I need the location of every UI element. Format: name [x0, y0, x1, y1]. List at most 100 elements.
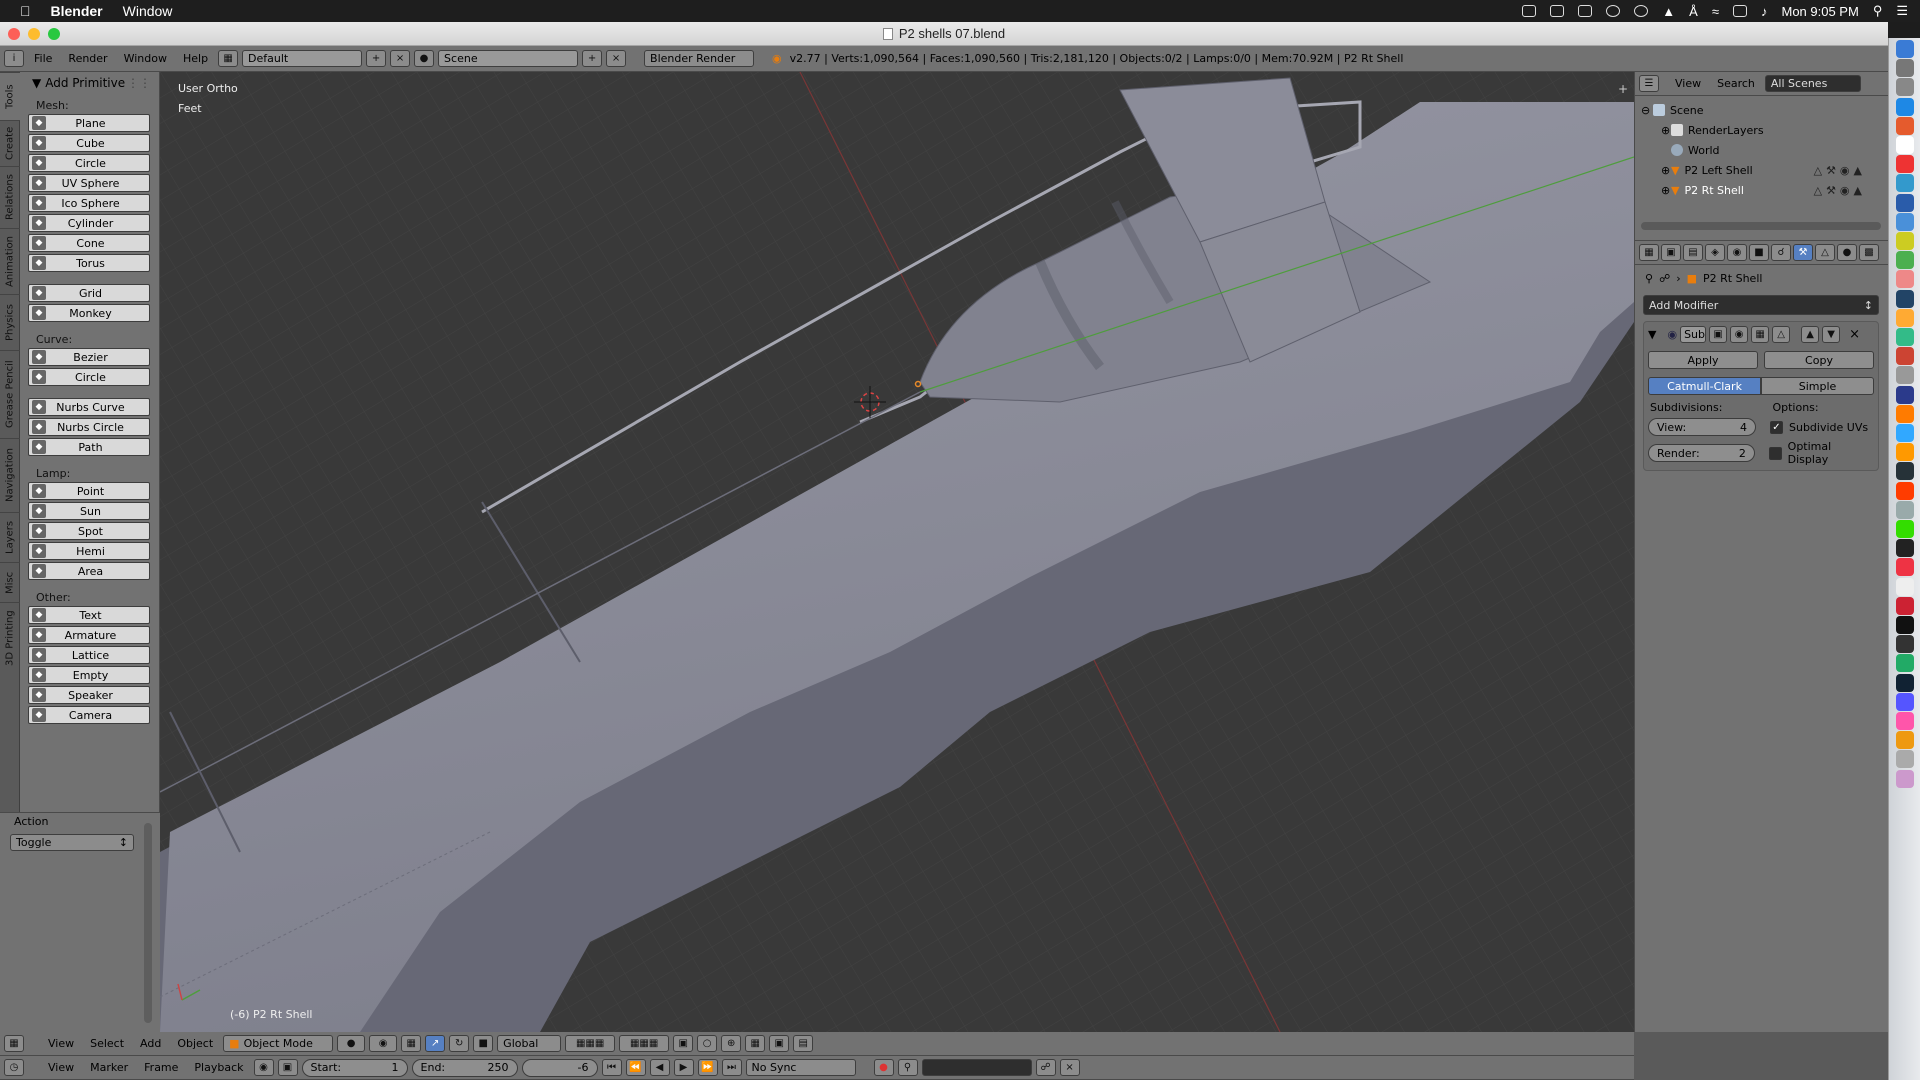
outliner-item-p2-left-shell[interactable]: ⊕ ▼ P2 Left Shell △⚒◉▲: [1641, 160, 1884, 180]
dock-app-icon[interactable]: [1896, 136, 1914, 154]
apple-icon[interactable]: : [20, 3, 31, 19]
add-curve-circle-button[interactable]: ◆ Circle: [28, 368, 150, 386]
tab-grease-pencil[interactable]: Grease Pencil: [0, 350, 20, 438]
material-tab-icon[interactable]: ●: [1837, 244, 1857, 261]
add-ico-sphere-button[interactable]: ◆ Ico Sphere: [28, 194, 150, 212]
dock-app-icon[interactable]: [1896, 750, 1914, 769]
dock-app-icon[interactable]: [1896, 232, 1914, 250]
viewport-canvas[interactable]: [160, 72, 1634, 1032]
dock-app-icon[interactable]: [1896, 212, 1914, 231]
snap-element-icon[interactable]: ▦: [745, 1035, 766, 1052]
dock-app-icon[interactable]: [1896, 97, 1914, 116]
move-down-icon[interactable]: ▼: [1822, 326, 1841, 343]
render-toggle-icon[interactable]: ▣: [1709, 326, 1728, 343]
layout-add-icon[interactable]: +: [366, 50, 387, 67]
copy-button[interactable]: Copy: [1764, 351, 1874, 369]
texture-tab-icon[interactable]: ▩: [1859, 244, 1879, 261]
mode-select[interactable]: ■ Object Mode: [223, 1035, 334, 1052]
add-cube-button[interactable]: ◆ Cube: [28, 134, 150, 152]
dock-app-icon[interactable]: [1896, 174, 1914, 193]
panel-collapse-icon[interactable]: ▼: [32, 76, 41, 90]
add-area-lamp-button[interactable]: ◆ Area: [28, 562, 150, 580]
cage-toggle-icon[interactable]: △: [1772, 326, 1791, 343]
delete-keyframe-icon[interactable]: ×: [1059, 1059, 1080, 1076]
render-layers-tab-icon[interactable]: ▤: [1683, 244, 1703, 261]
dock-app-icon[interactable]: [1896, 558, 1914, 577]
shading-select-icon[interactable]: ●: [337, 1035, 366, 1052]
outliner-item-world[interactable]: World: [1641, 140, 1884, 160]
tab-tools[interactable]: Tools: [0, 72, 20, 120]
visibility-icons[interactable]: △⚒◉▲: [1814, 184, 1866, 197]
tl-menu-view[interactable]: View: [42, 1061, 80, 1074]
dock-app-icon[interactable]: [1896, 155, 1914, 174]
add-cone-button[interactable]: ◆ Cone: [28, 234, 150, 252]
add-spot-lamp-button[interactable]: ◆ Spot: [28, 522, 150, 540]
outliner-editor-icon[interactable]: ☰: [1639, 75, 1659, 92]
pin-icon[interactable]: ⚲: [1645, 272, 1653, 285]
insert-keyframe-icon[interactable]: ☍: [1035, 1059, 1056, 1076]
tab-create[interactable]: Create: [0, 120, 20, 166]
add-empty-button[interactable]: ◆ Empty: [28, 666, 150, 684]
jump-keyframe-forward-icon[interactable]: ⏩: [697, 1059, 718, 1076]
dock-app-icon[interactable]: [1896, 462, 1914, 481]
dock-app-icon[interactable]: [1896, 616, 1914, 634]
proportional-edit-icon[interactable]: ○: [697, 1035, 718, 1052]
dock-app-icon[interactable]: [1896, 577, 1914, 596]
tab-navigation[interactable]: Navigation: [0, 438, 20, 512]
tl-menu-marker[interactable]: Marker: [84, 1061, 134, 1074]
view-levels-spinner[interactable]: View: 4: [1648, 418, 1756, 436]
constraints-tab-icon[interactable]: ☌: [1771, 244, 1791, 261]
opengl-anim-icon[interactable]: ▤: [793, 1035, 814, 1052]
wifi-icon[interactable]: ≈: [1712, 4, 1719, 19]
scene-remove-icon[interactable]: ×: [606, 50, 627, 67]
dock-app-icon[interactable]: [1896, 347, 1914, 366]
vp-menu-select[interactable]: Select: [84, 1037, 130, 1050]
scene-add-icon[interactable]: +: [582, 50, 603, 67]
add-torus-button[interactable]: ◆ Torus: [28, 254, 150, 272]
add-sun-lamp-button[interactable]: ◆ Sun: [28, 502, 150, 520]
add-plane-button[interactable]: ◆ Plane: [28, 114, 150, 132]
opengl-render-icon[interactable]: ▣: [769, 1035, 790, 1052]
minimize-window-icon[interactable]: [28, 28, 40, 40]
dock-app-icon[interactable]: [1896, 520, 1914, 538]
layers-grid-b[interactable]: ▦▦▦: [619, 1035, 670, 1052]
3d-viewport[interactable]: User Ortho Feet (-6) P2 Rt Shell +: [160, 72, 1634, 1032]
data-tab-icon[interactable]: △: [1815, 244, 1835, 261]
operator-action-select[interactable]: Toggle ↕: [10, 834, 134, 851]
menu-window[interactable]: Window: [123, 3, 173, 19]
scene-tab-icon[interactable]: ◈: [1705, 244, 1725, 261]
dock-app-icon[interactable]: [1896, 635, 1914, 654]
add-modifier-select[interactable]: Add Modifier ↕: [1643, 295, 1879, 315]
add-cylinder-button[interactable]: ◆ Cylinder: [28, 214, 150, 232]
lock-layers-icon[interactable]: ▣: [673, 1035, 694, 1052]
dock-app-icon[interactable]: [1896, 654, 1914, 673]
menu-app-name[interactable]: Blender: [51, 3, 103, 19]
zoom-window-icon[interactable]: [48, 28, 60, 40]
keying-set-icon[interactable]: ⚲: [897, 1059, 918, 1076]
layers-grid-a[interactable]: ▦▦▦: [565, 1035, 616, 1052]
outliner-item-renderlayers[interactable]: ⊕ RenderLayers: [1641, 120, 1884, 140]
tab-layers[interactable]: Layers: [0, 512, 20, 562]
bluetooth-icon[interactable]: Å: [1689, 4, 1698, 19]
dock-app-icon[interactable]: [1896, 116, 1914, 135]
render-levels-spinner[interactable]: Render: 2: [1648, 444, 1755, 462]
panel-drag-icon[interactable]: ⋮⋮: [127, 76, 151, 90]
close-window-icon[interactable]: [8, 28, 20, 40]
dock-app-icon[interactable]: [1896, 59, 1914, 78]
tl-menu-playback[interactable]: Playback: [188, 1061, 249, 1074]
timemachine-icon[interactable]: [1634, 5, 1649, 17]
outliner-filter-select[interactable]: All Scenes: [1764, 75, 1861, 92]
modifier-collapse-icon[interactable]: ▼: [1648, 328, 1656, 341]
preview-range-icon[interactable]: ◉: [253, 1059, 274, 1076]
vp-menu-object[interactable]: Object: [171, 1037, 219, 1050]
add-camera-button[interactable]: ◆ Camera: [28, 706, 150, 724]
simple-button[interactable]: Simple: [1761, 377, 1874, 395]
catmull-clark-button[interactable]: Catmull-Clark: [1648, 377, 1761, 395]
notification-icon[interactable]: ☰: [1896, 3, 1908, 19]
tab-animation[interactable]: Animation: [0, 228, 20, 294]
dock-app-icon[interactable]: [1896, 328, 1914, 346]
dock-app-icon[interactable]: [1896, 712, 1914, 730]
translate-manipulator-icon[interactable]: ↗: [425, 1035, 446, 1052]
dock-app-icon[interactable]: [1896, 251, 1914, 270]
drive-icon[interactable]: [1550, 5, 1565, 17]
